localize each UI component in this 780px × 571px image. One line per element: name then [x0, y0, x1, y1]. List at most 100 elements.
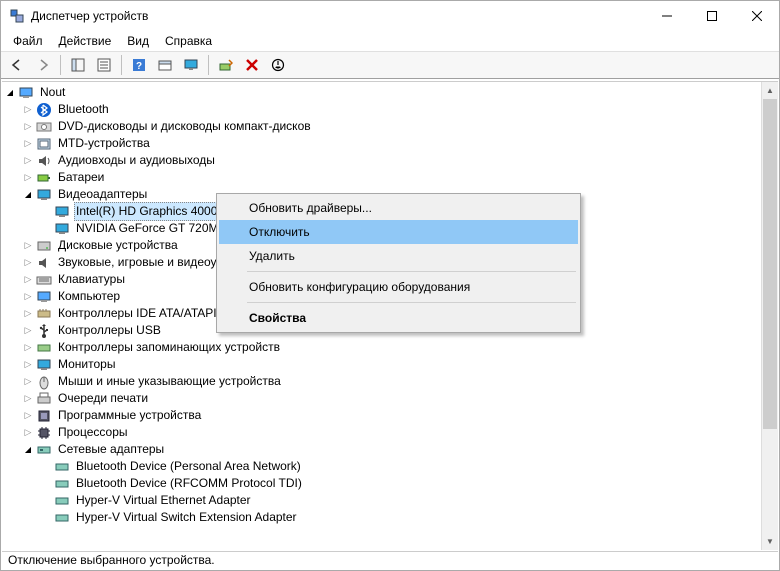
back-button[interactable]: [5, 54, 29, 76]
network-adapter-icon: [54, 493, 70, 509]
monitor-icon[interactable]: [179, 54, 203, 76]
node-label: Процессоры: [56, 424, 130, 441]
node-label: Батареи: [56, 169, 106, 186]
node-label: Hyper-V Virtual Switch Extension Adapter: [74, 509, 299, 526]
tree-node[interactable]: Программные устройства: [2, 407, 755, 424]
node-label: Программные устройства: [56, 407, 203, 424]
uninstall-icon[interactable]: [240, 54, 264, 76]
title-bar: Диспетчер устройств: [1, 1, 779, 31]
expander-icon[interactable]: [22, 104, 34, 116]
menu-file[interactable]: Файл: [5, 32, 51, 50]
expander-icon[interactable]: [22, 240, 34, 252]
display-adapter-icon: [36, 187, 52, 203]
expander-icon[interactable]: [22, 257, 34, 269]
expander-icon[interactable]: [22, 359, 34, 371]
tree-node[interactable]: Bluetooth: [2, 101, 755, 118]
node-label: Hyper-V Virtual Ethernet Adapter: [74, 492, 253, 509]
node-label: DVD-дисководы и дисководы компакт-дисков: [56, 118, 313, 135]
expander-icon[interactable]: [22, 189, 34, 201]
node-label: Контроллеры IDE ATA/ATAPI: [56, 305, 219, 322]
expander-icon[interactable]: [22, 121, 34, 133]
context-menu-disable[interactable]: Отключить: [219, 220, 578, 244]
toolbar-separator: [60, 55, 61, 75]
tree-node[interactable]: Hyper-V Virtual Ethernet Adapter: [2, 492, 755, 509]
node-label: Bluetooth: [56, 101, 111, 118]
expander-icon[interactable]: [22, 172, 34, 184]
computer-icon: [18, 85, 34, 101]
disable-icon[interactable]: [266, 54, 290, 76]
scroll-thumb[interactable]: [763, 99, 777, 429]
tree-node[interactable]: Батареи: [2, 169, 755, 186]
menu-help[interactable]: Справка: [157, 32, 220, 50]
context-menu-separator: [247, 271, 576, 272]
expander-icon[interactable]: [22, 308, 34, 320]
action-icon[interactable]: [153, 54, 177, 76]
node-label: Дисковые устройства: [56, 237, 180, 254]
expander-icon[interactable]: [22, 444, 34, 456]
toolbar: ?: [1, 51, 779, 79]
tree-node[interactable]: DVD-дисководы и дисководы компакт-дисков: [2, 118, 755, 135]
help-icon[interactable]: ?: [127, 54, 151, 76]
close-button[interactable]: [734, 1, 779, 31]
usb-icon: [36, 323, 52, 339]
expander-icon[interactable]: [22, 342, 34, 354]
storage-controller-icon: [36, 340, 52, 356]
scan-hardware-icon[interactable]: [214, 54, 238, 76]
network-adapter-icon: [54, 476, 70, 492]
tree-node[interactable]: Hyper-V Virtual Switch Extension Adapter: [2, 509, 755, 526]
context-menu: Обновить драйверы... Отключить Удалить О…: [216, 193, 581, 333]
context-menu-properties[interactable]: Свойства: [219, 306, 578, 330]
context-menu-separator: [247, 302, 576, 303]
mouse-icon: [36, 374, 52, 390]
properties-icon[interactable]: [92, 54, 116, 76]
tree-node[interactable]: Контроллеры запоминающих устройств: [2, 339, 755, 356]
tree-node[interactable]: Bluetooth Device (RFCOMM Protocol TDI): [2, 475, 755, 492]
bluetooth-icon: [36, 102, 52, 118]
menu-view[interactable]: Вид: [119, 32, 157, 50]
node-label: Контроллеры запоминающих устройств: [56, 339, 282, 356]
menu-bar: Файл Действие Вид Справка: [1, 31, 779, 51]
tree-node[interactable]: Очереди печати: [2, 390, 755, 407]
processor-icon: [36, 425, 52, 441]
minimize-button[interactable]: [644, 1, 689, 31]
tree-node[interactable]: Процессоры: [2, 424, 755, 441]
expander-icon[interactable]: [22, 155, 34, 167]
expander-icon[interactable]: [22, 393, 34, 405]
menu-action[interactable]: Действие: [51, 32, 120, 50]
display-adapter-icon: [54, 204, 70, 220]
node-label: MTD-устройства: [56, 135, 152, 152]
expander-icon[interactable]: [22, 376, 34, 388]
mtd-icon: [36, 136, 52, 152]
show-hide-console-tree-icon[interactable]: [66, 54, 90, 76]
maximize-button[interactable]: [689, 1, 734, 31]
tree-node-network-adapters[interactable]: Сетевые адаптеры: [2, 441, 755, 458]
tree-node[interactable]: Аудиовходы и аудиовыходы: [2, 152, 755, 169]
context-menu-update-drivers[interactable]: Обновить драйверы...: [219, 196, 578, 220]
context-menu-delete[interactable]: Удалить: [219, 244, 578, 268]
toolbar-separator: [121, 55, 122, 75]
expander-icon[interactable]: [22, 274, 34, 286]
expander-icon[interactable]: [22, 427, 34, 439]
expander-icon[interactable]: [22, 410, 34, 422]
node-label: Клавиатуры: [56, 271, 127, 288]
expander-icon[interactable]: [4, 87, 16, 99]
context-menu-scan-hardware[interactable]: Обновить конфигурацию оборудования: [219, 275, 578, 299]
vertical-scrollbar[interactable]: ▲ ▼: [761, 82, 778, 550]
tree-node[interactable]: Мыши и иные указывающие устройства: [2, 373, 755, 390]
tree-node[interactable]: Мониторы: [2, 356, 755, 373]
scroll-up-button[interactable]: ▲: [762, 82, 778, 99]
expander-icon[interactable]: [22, 325, 34, 337]
disk-drive-icon: [36, 238, 52, 254]
forward-button[interactable]: [31, 54, 55, 76]
keyboard-icon: [36, 272, 52, 288]
tree-node[interactable]: MTD-устройства: [2, 135, 755, 152]
toolbar-separator: [208, 55, 209, 75]
network-adapter-icon: [54, 459, 70, 475]
node-label: Мыши и иные указывающие устройства: [56, 373, 283, 390]
scroll-down-button[interactable]: ▼: [762, 533, 778, 550]
tree-node[interactable]: Bluetooth Device (Personal Area Network): [2, 458, 755, 475]
tree-root[interactable]: Nout: [2, 84, 755, 101]
node-label: Мониторы: [56, 356, 117, 373]
expander-icon[interactable]: [22, 138, 34, 150]
expander-icon[interactable]: [22, 291, 34, 303]
